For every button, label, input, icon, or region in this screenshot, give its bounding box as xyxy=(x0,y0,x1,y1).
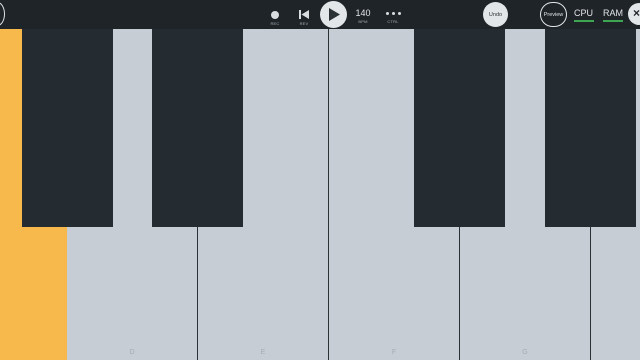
play-icon xyxy=(329,8,340,21)
black-key-g-sharp[interactable] xyxy=(545,29,636,227)
white-key-label: E xyxy=(260,349,266,356)
black-key-f-sharp[interactable] xyxy=(414,29,505,227)
ram-meter-bar xyxy=(603,20,623,22)
tempo-button[interactable]: 140 BPM xyxy=(353,0,373,24)
white-key-label: G xyxy=(522,349,528,356)
skip-back-icon xyxy=(299,10,309,19)
rewind-label: REV xyxy=(299,21,309,26)
cpu-meter-bar xyxy=(574,20,594,22)
cpu-meter-label: CPU xyxy=(574,8,594,18)
close-icon: × xyxy=(633,6,640,20)
close-button[interactable]: × xyxy=(628,3,640,25)
preview-button[interactable]: Preview xyxy=(540,2,567,27)
white-key-label: F xyxy=(391,349,397,356)
bpm-value: 140 xyxy=(355,8,371,18)
record-button[interactable]: REC xyxy=(268,0,282,26)
ram-meter-label: RAM xyxy=(603,8,623,18)
bpm-label: BPM xyxy=(358,19,368,24)
white-key-label: D xyxy=(129,349,135,356)
undo-button[interactable]: Undo xyxy=(483,2,508,27)
black-key-d-sharp[interactable] xyxy=(152,29,243,227)
top-toolbar: REC REV 140 BPM CTRL Undo Preview CPU RA… xyxy=(0,0,640,29)
piano-keyboard: D E F G xyxy=(0,29,640,360)
play-button[interactable] xyxy=(320,1,347,28)
ctrl-label: CTRL xyxy=(387,19,399,24)
rewind-button[interactable]: REV xyxy=(297,0,311,26)
record-dot-icon xyxy=(271,11,279,19)
record-label: REC xyxy=(270,21,280,26)
black-key-c-sharp[interactable] xyxy=(22,29,113,227)
partial-left-button[interactable] xyxy=(0,2,5,26)
ctrl-button[interactable]: CTRL xyxy=(383,0,403,24)
more-dots-icon xyxy=(385,12,401,15)
